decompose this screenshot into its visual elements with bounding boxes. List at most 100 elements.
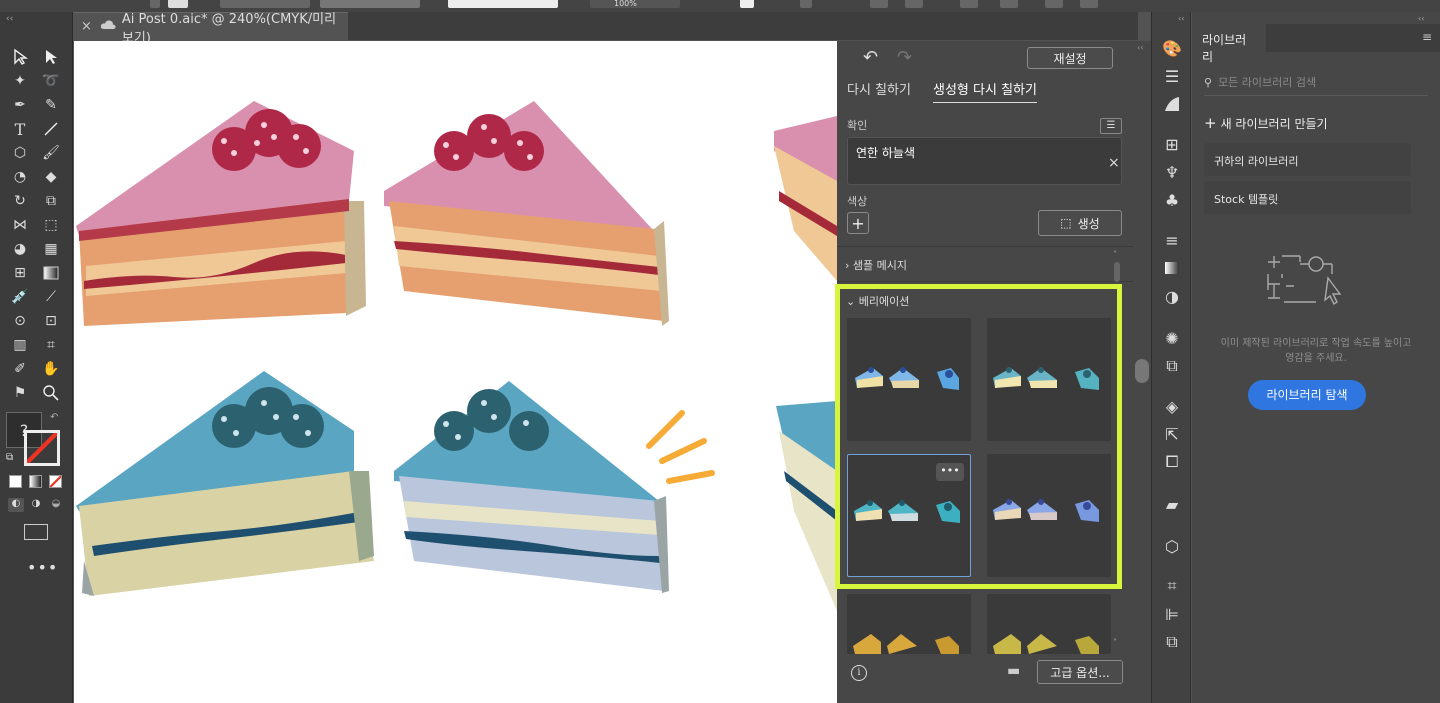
scale-tool-icon[interactable]: ⧉ [40,190,62,212]
lasso-tool-icon[interactable]: ➰ [40,70,62,92]
curvature-tool-icon[interactable]: ✎ [40,94,62,116]
type-tool-icon[interactable]: T [9,118,31,140]
toolbar-control[interactable] [740,0,754,8]
3d-materials-icon[interactable]: ⬡ [1162,536,1182,556]
variation-thumbnail[interactable] [847,318,971,441]
library-search-input[interactable]: ⚲ 모든 라이브러리 검색 [1204,68,1428,96]
none-mode-icon[interactable] [49,475,62,488]
align-control[interactable] [1000,0,1018,8]
scrollbar-thumb[interactable] [1114,262,1120,282]
selection-tool-icon[interactable] [9,46,31,68]
width-tool-icon[interactable]: ⋈ [9,214,31,236]
graph-tool-icon[interactable]: ▥ [9,334,31,356]
variations-scrollbar[interactable]: ˄ ˅ [1113,250,1121,650]
sample-prompts-toggle[interactable]: › 샘플 메시지 [845,257,907,273]
library-item[interactable]: Stock 템플릿 [1204,181,1411,214]
generate-button[interactable]: ⬚ 생성 [1038,210,1122,236]
reset-button[interactable]: 재설정 [1027,47,1113,69]
opacity-field[interactable]: 100% [590,0,680,8]
more-options-icon[interactable]: ••• [936,463,964,481]
asset-export-icon[interactable]: ⧉ [1162,356,1182,376]
variations-toggle[interactable]: ⌄ 베리에이션 [846,293,909,309]
tab-generative-recolor[interactable]: 생성형 다시 칠하기 [933,79,1037,103]
scroll-up-icon[interactable]: ˄ [1113,250,1117,259]
clear-prompt-icon[interactable]: × [1108,155,1120,171]
collapse-icon[interactable]: ‹‹ [6,14,13,24]
undo-icon[interactable]: ↶ [863,47,878,68]
advanced-options-button[interactable]: 고급 옵션... [1037,660,1123,684]
panel-scrollbar[interactable]: ‹‹ [1133,41,1151,703]
magic-wand-tool-icon[interactable]: ✦ [9,70,31,92]
tab-libraries[interactable]: 라이브러리 [1192,24,1266,64]
variation-thumbnail[interactable] [987,318,1111,441]
draw-normal-icon[interactable]: ◐ [8,498,24,512]
explore-libraries-button[interactable]: 라이브러리 탐색 [1248,380,1366,410]
color-mode-icon[interactable] [9,475,22,488]
shape-builder-tool-icon[interactable]: ◕ [9,238,31,260]
zoom-tool-icon[interactable] [40,382,62,404]
blend-tool-icon[interactable]: ⊙ [9,310,31,332]
align-control[interactable] [905,0,923,8]
toolbar-control[interactable] [800,0,812,8]
screen-mode-icon[interactable] [24,524,48,540]
transform-icon[interactable]: ⌗ [1162,576,1182,596]
paintbrush-tool-icon[interactable]: 🖌 [40,142,62,164]
hand-tool-icon[interactable]: ✋ [40,358,62,380]
prompt-input[interactable]: 연한 하늘색 [847,137,1122,185]
free-transform-tool-icon[interactable]: ⬚ [40,214,62,236]
gradient-tool-icon[interactable] [40,262,62,284]
swatches-icon[interactable]: ⊞ [1162,134,1182,154]
line-tool-icon[interactable] [40,118,62,140]
create-library-button[interactable]: + 새 라이브러리 만들기 [1204,114,1328,132]
prompt-menu-icon[interactable]: ☰ [1100,118,1122,134]
style-dropdown[interactable] [448,0,558,8]
properties-icon[interactable]: ☰ [1162,66,1182,86]
close-tab-icon[interactable]: × [81,19,92,34]
collapse-icon[interactable]: ‹‹ [1418,14,1424,23]
slice-tool-icon[interactable]: ✐ [9,358,31,380]
variation-thumbnail[interactable] [847,594,971,654]
document-tab[interactable]: × Ai Post 0.aic* @ 240%(CMYK/미리 보기) [73,12,348,46]
gradient-icon[interactable] [1162,258,1182,278]
tab-recolor[interactable]: 다시 칠하기 [847,79,911,98]
swap-fill-stroke-icon[interactable]: ↶ [50,412,58,423]
align-icon[interactable]: ⊫ [1162,604,1182,624]
perspective-grid-tool-icon[interactable]: ▦ [40,238,62,260]
align-control[interactable] [1045,0,1063,8]
layers-icon[interactable]: ◈ [1162,396,1182,416]
eraser-tool-icon[interactable]: ◆ [40,166,62,188]
polygon-tool-icon[interactable]: ⬡ [9,142,31,164]
align-control[interactable] [870,0,888,8]
align-control[interactable] [1080,0,1098,8]
symbols-icon[interactable]: ♣ [1162,190,1182,210]
variation-thumbnail[interactable] [987,594,1111,654]
graphic-styles-icon[interactable]: ✺ [1162,328,1182,348]
redo-icon[interactable]: ↷ [897,47,912,68]
pathfinder-icon[interactable]: ⧉ [1162,632,1182,652]
gradient-mode-icon[interactable] [29,475,42,488]
add-color-button[interactable]: + [847,212,869,234]
measure-tool-icon[interactable]: ⟋ [40,286,62,308]
collapse-icon[interactable]: ‹‹ [1137,43,1143,52]
direct-selection-tool-icon[interactable] [40,46,62,68]
pen-tool-icon[interactable]: ✒ [9,94,31,116]
artboards-icon[interactable]: ⧠ [1162,452,1182,472]
brushes-icon[interactable]: ♆ [1162,162,1182,182]
folder-icon[interactable]: ▬ [1007,663,1020,679]
appearance-icon[interactable] [1162,94,1182,114]
transparency-icon[interactable]: ◑ [1162,286,1182,306]
draw-behind-icon[interactable]: ◑ [28,498,44,512]
library-item[interactable]: 귀하의 라이브러리 [1204,143,1411,176]
stroke-icon[interactable]: ≡ [1162,230,1182,250]
mesh-tool-icon[interactable]: ⊞ [9,262,31,284]
artboard-canvas[interactable] [74,41,837,703]
info-icon[interactable]: i [851,665,867,681]
collapse-icon[interactable]: ‹‹ [1178,14,1184,23]
more-tools-icon[interactable]: ••• [27,558,58,577]
variation-thumbnail[interactable] [987,454,1111,577]
artboard-tool-icon[interactable]: ⌗ [40,334,62,356]
variation-thumbnail-selected[interactable]: ••• [847,454,971,577]
rotate-tool-icon[interactable]: ↻ [9,190,31,212]
shaper-tool-icon[interactable]: ◔ [9,166,31,188]
stroke-swatch[interactable] [24,430,60,466]
